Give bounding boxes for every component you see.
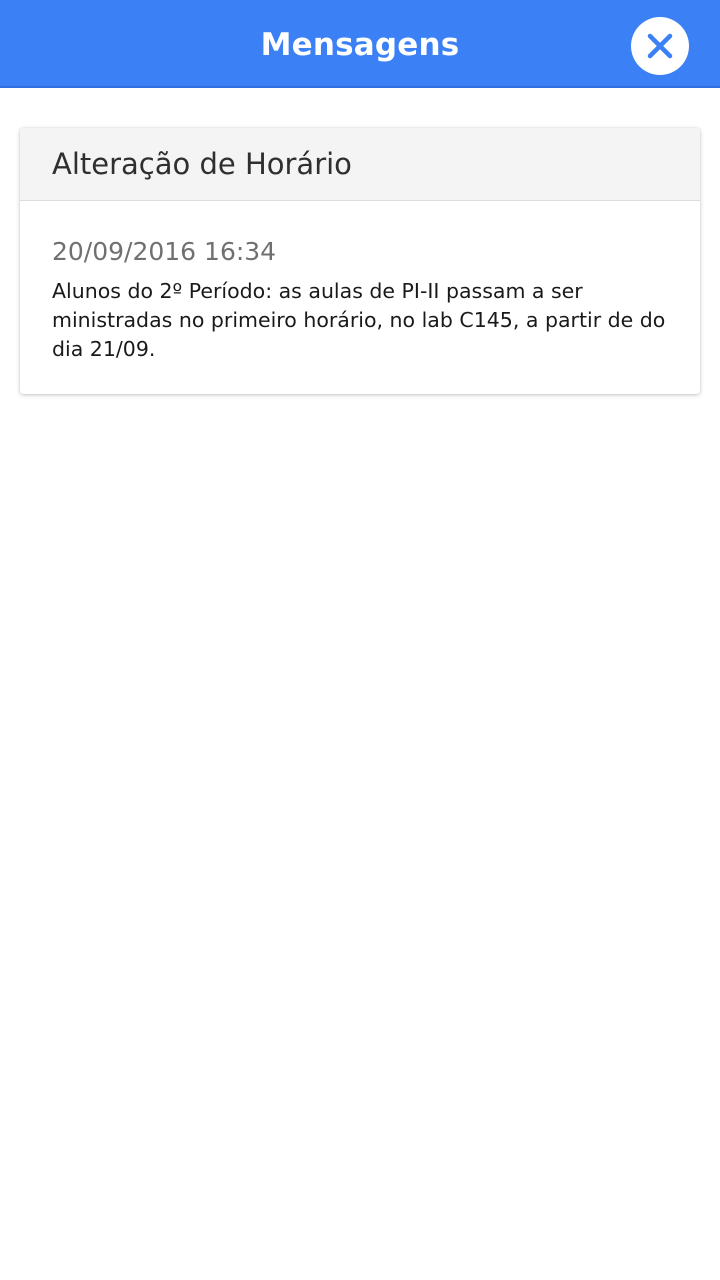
messages-screen: Mensagens Alteração de Horário 20/09/201… [0,0,720,1280]
message-card-header: Alteração de Horário [20,128,700,201]
message-card[interactable]: Alteração de Horário 20/09/2016 16:34 Al… [20,128,700,394]
message-date: 20/09/2016 16:34 [52,237,277,266]
close-icon [647,33,673,59]
message-subject: Alteração de Horário [52,147,352,181]
message-card-body: 20/09/2016 16:34 Alunos do 2º Período: a… [20,201,700,364]
page-title: Mensagens [260,27,460,63]
close-button[interactable] [631,17,689,75]
top-bar: Mensagens [0,0,720,88]
message-body: Alunos do 2º Período: as aulas de PI-II … [52,279,666,361]
